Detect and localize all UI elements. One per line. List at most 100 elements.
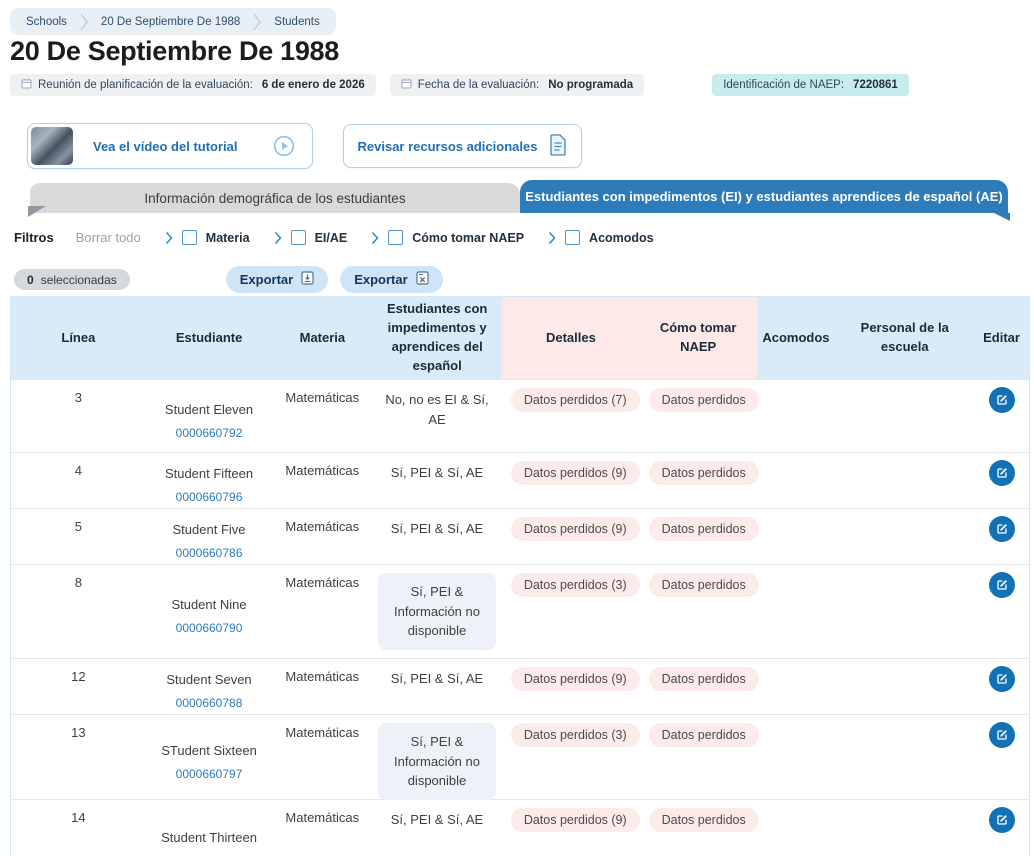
filter-materia[interactable]: Materia <box>165 230 250 245</box>
filter-acomodos[interactable]: Acomodos <box>548 230 654 245</box>
como-tomar-cell: Datos perdidos <box>640 380 757 452</box>
editar-cell <box>974 380 1029 452</box>
page: Schools 20 De Septiembre De 1988 Student… <box>0 0 1034 856</box>
tab-ei-ae-students[interactable]: Estudiantes con impedimentos (EI) y estu… <box>520 180 1008 213</box>
editar-cell <box>974 565 1029 658</box>
student-name: Student Eleven <box>165 402 253 417</box>
student-id-link[interactable]: 0000660786 <box>176 546 243 560</box>
selected-count-badge: 0 seleccionadas <box>14 269 130 290</box>
selected-label: seleccionadas <box>41 273 117 287</box>
student-id-link[interactable]: 0000660788 <box>176 696 243 710</box>
column-header-estudiante[interactable]: Estudiante <box>146 297 273 379</box>
detalles-cell: Datos perdidos (7) <box>502 380 640 452</box>
detalles-cell: Datos perdidos (3) <box>502 565 640 658</box>
como-tomar-cell: Datos perdidos <box>640 565 757 658</box>
editar-cell <box>974 509 1029 564</box>
breadcrumb-item-school[interactable]: 20 De Septiembre De 1988 <box>101 16 240 28</box>
student-cell: Student Eleven 0000660792 <box>146 380 273 452</box>
ei-ae-value: Sí, PEI & Información no disponible <box>378 723 496 800</box>
tab-demographic-info[interactable]: Información demográfica de los estudiant… <box>30 183 520 213</box>
ei-ae-value: Sí, PEI & Sí, AE <box>391 463 484 483</box>
table-toolbar: 0 seleccionadas Exportar Exportar <box>14 266 443 293</box>
column-header-personal[interactable]: Personal de la escuela <box>835 297 974 379</box>
action-buttons: Vea el vídeo del tutorial Revisar recurs… <box>27 123 582 169</box>
tutorial-video-button[interactable]: Vea el vídeo del tutorial <box>27 123 313 169</box>
badge-value: 6 de enero de 2026 <box>262 79 365 91</box>
materia-checkbox[interactable] <box>182 230 197 245</box>
table-row: 8 Student Nine 0000660790 Matemáticas Sí… <box>11 564 1029 658</box>
ei-ae-cell: Sí, PEI & Información no disponible <box>372 715 502 799</box>
table-header: Línea Estudiante Materia Estudiantes con… <box>11 297 1029 379</box>
edit-button[interactable] <box>989 666 1015 692</box>
filter-label: Acomodos <box>589 231 654 245</box>
ei-ae-checkbox[interactable] <box>291 230 306 245</box>
materia-cell: Matemáticas <box>272 800 372 856</box>
clear-all-filters-link[interactable]: Borrar todo <box>76 230 141 245</box>
breadcrumb-item-students[interactable]: Students <box>274 16 319 28</box>
filters-bar: Filtros Borrar todo Materia EI/AE Cómo t… <box>14 230 654 245</box>
additional-resources-button[interactable]: Revisar recursos adicionales <box>343 124 583 168</box>
chevron-right-icon[interactable] <box>371 231 379 245</box>
como-tomar-naep-checkbox[interactable] <box>388 230 403 245</box>
edit-button[interactable] <box>989 572 1015 598</box>
badge-label: Fecha de la evaluación: <box>418 79 539 91</box>
chevron-right-icon[interactable] <box>274 231 282 245</box>
edit-icon <box>995 522 1009 536</box>
excel-file-icon <box>416 271 429 288</box>
chevron-right-icon[interactable] <box>548 231 556 245</box>
column-header-linea[interactable]: Línea <box>11 297 146 379</box>
detalles-cell: Datos perdidos (9) <box>502 800 640 856</box>
student-id-link[interactable]: 0000660797 <box>176 767 243 781</box>
edit-button[interactable] <box>989 387 1015 413</box>
materia-cell: Matemáticas <box>272 659 372 714</box>
ei-ae-value: Sí, PEI & Sí, AE <box>391 519 484 539</box>
chevron-right-icon[interactable] <box>165 231 173 245</box>
breadcrumb-item-schools[interactable]: Schools <box>26 16 67 28</box>
filter-label: Cómo tomar NAEP <box>412 231 524 245</box>
filter-como-tomar-naep[interactable]: Cómo tomar NAEP <box>371 230 524 245</box>
table-row: 14 Student Thirteen 0000660794 Matemátic… <box>11 799 1029 856</box>
personal-cell <box>835 453 974 508</box>
ei-ae-value: Sí, PEI & Sí, AE <box>391 669 484 689</box>
table-row: 3 Student Eleven 0000660792 Matemáticas … <box>11 379 1029 452</box>
column-header-acomodos[interactable]: Acomodos <box>757 297 836 379</box>
ei-ae-value: No, no es EI & Sí, AE <box>376 390 498 429</box>
calendar-icon <box>21 78 32 92</box>
missing-data-badge: Datos perdidos <box>649 808 759 832</box>
student-cell: Student Nine 0000660790 <box>146 565 273 658</box>
column-header-materia[interactable]: Materia <box>272 297 372 379</box>
edit-button[interactable] <box>989 722 1015 748</box>
column-header-como-tomar-naep[interactable]: Cómo tomar NAEP <box>640 297 757 379</box>
missing-data-badge: Datos perdidos <box>649 667 759 691</box>
edit-button[interactable] <box>989 460 1015 486</box>
column-header-detalles[interactable]: Detalles <box>502 297 640 379</box>
edit-button[interactable] <box>989 807 1015 833</box>
student-id-link[interactable]: 0000660792 <box>176 426 243 440</box>
student-name: Student Seven <box>166 672 251 687</box>
acomodos-checkbox[interactable] <box>565 230 580 245</box>
missing-data-badge: Datos perdidos <box>649 461 759 485</box>
materia-cell: Matemáticas <box>272 453 372 508</box>
missing-data-badge: Datos perdidos (7) <box>511 388 640 412</box>
como-tomar-cell: Datos perdidos <box>640 509 757 564</box>
linea-cell: 14 <box>11 800 146 856</box>
planning-meeting-badge: Reunión de planificación de la evaluació… <box>10 74 376 96</box>
filter-ei-ae[interactable]: EI/AE <box>274 230 348 245</box>
linea-cell: 13 <box>11 715 146 799</box>
table-row: 13 STudent Sixteen 0000660797 Matemática… <box>11 714 1029 799</box>
export-excel-button[interactable]: Exportar <box>340 266 442 293</box>
edit-icon <box>995 672 1009 686</box>
linea-cell: 5 <box>11 509 146 564</box>
table-row: 5 Student Five 0000660786 Matemáticas Sí… <box>11 508 1029 564</box>
student-cell: Student Five 0000660786 <box>146 509 273 564</box>
column-header-ei-ae[interactable]: Estudiantes con impedimentos y aprendice… <box>372 297 502 379</box>
personal-cell <box>835 659 974 714</box>
missing-data-badge: Datos perdidos <box>649 723 759 747</box>
export-pdf-button[interactable]: Exportar <box>226 266 328 293</box>
student-id-link[interactable]: 0000660790 <box>176 621 243 635</box>
student-id-link[interactable]: 0000660796 <box>176 490 243 504</box>
detalles-cell: Datos perdidos (3) <box>502 715 640 799</box>
tab-label: Estudiantes con impedimentos (EI) y estu… <box>525 189 1003 204</box>
edit-button[interactable] <box>989 516 1015 542</box>
student-cell: Student Fifteen 0000660796 <box>146 453 273 508</box>
